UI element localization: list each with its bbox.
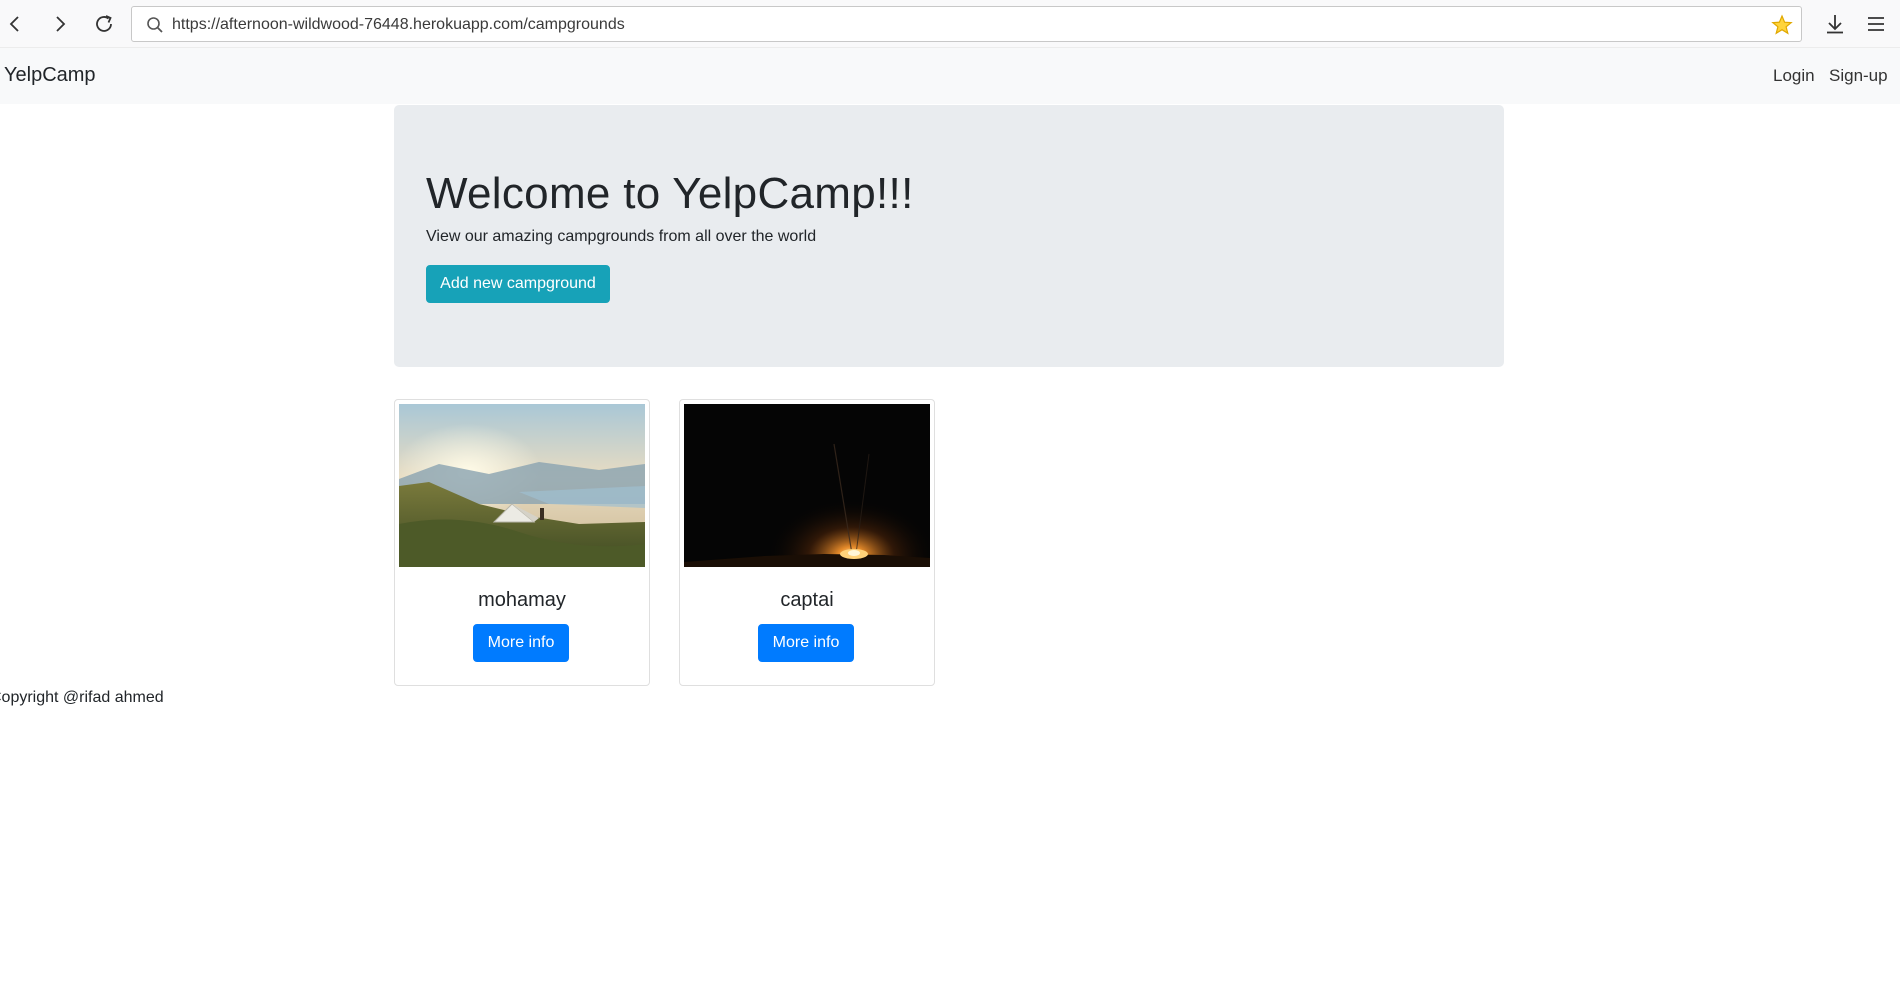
page-title: Welcome to YelpCamp!!! — [426, 169, 914, 218]
download-icon[interactable] — [1820, 10, 1850, 38]
site-navbar: YelpCamp Login Sign-up — [0, 48, 1900, 104]
more-info-button[interactable]: More info — [473, 624, 569, 662]
page-subtitle: View our amazing campgrounds from all ov… — [426, 228, 817, 245]
footer-copyright: Copyright @rifad ahmed — [0, 689, 164, 706]
url-text: https://afternoon-wildwood-76448.herokua… — [172, 16, 625, 33]
campground-name: mohamay — [478, 589, 566, 611]
search-icon — [146, 16, 164, 39]
campground-card: captai More info — [679, 399, 935, 686]
brand-link[interactable]: YelpCamp — [4, 64, 96, 87]
back-icon[interactable] — [1, 10, 29, 38]
menu-icon[interactable] — [1861, 10, 1891, 38]
reload-icon[interactable] — [90, 10, 118, 38]
address-bar[interactable]: https://afternoon-wildwood-76448.herokua… — [131, 6, 1802, 42]
more-info-button[interactable]: More info — [758, 624, 854, 662]
signup-link[interactable]: Sign-up — [1829, 66, 1888, 86]
campground-card: mohamay More info — [394, 399, 650, 686]
campground-image — [399, 404, 645, 567]
add-campground-button[interactable]: Add new campground — [426, 265, 610, 303]
forward-icon[interactable] — [46, 10, 74, 38]
jumbotron: Welcome to YelpCamp!!! View our amazing … — [394, 105, 1504, 367]
bookmark-star-icon[interactable] — [1771, 14, 1793, 41]
login-link[interactable]: Login — [1773, 66, 1815, 86]
browser-toolbar: https://afternoon-wildwood-76448.herokua… — [0, 0, 1900, 48]
campground-name: captai — [780, 589, 834, 611]
campground-image — [684, 404, 930, 567]
